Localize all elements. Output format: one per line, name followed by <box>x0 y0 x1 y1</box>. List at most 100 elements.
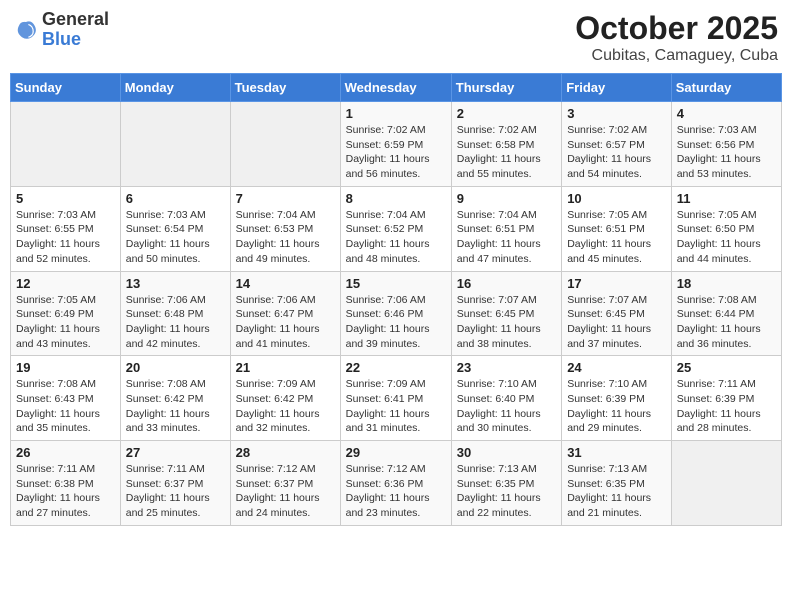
weekday-header-monday: Monday <box>120 74 230 102</box>
weekday-header-sunday: Sunday <box>11 74 121 102</box>
day-info: Sunrise: 7:05 AMSunset: 6:51 PMDaylight:… <box>567 208 666 267</box>
day-number: 24 <box>567 360 666 375</box>
day-number: 28 <box>236 445 335 460</box>
day-info: Sunrise: 7:02 AMSunset: 6:57 PMDaylight:… <box>567 123 666 182</box>
calendar-cell: 22 Sunrise: 7:09 AMSunset: 6:41 PMDayligh… <box>340 356 451 441</box>
calendar-cell: 12Sunrise: 7:05 AMSunset: 6:49 PMDayligh… <box>11 271 121 356</box>
calendar-cell: 2 Sunrise: 7:02 AMSunset: 6:58 PMDaylight… <box>451 102 561 187</box>
weekday-header-friday: Friday <box>562 74 672 102</box>
calendar-cell: 23Sunrise: 7:10 AMSunset: 6:40 PMDayligh… <box>451 356 561 441</box>
day-number: 2 <box>457 106 556 121</box>
calendar-cell: 19 Sunrise: 7:08 AMSunset: 6:43 PMDayligh… <box>11 356 121 441</box>
day-info: Sunrise: 7:04 AMSunset: 6:51 PMDaylight:… <box>457 208 556 267</box>
calendar-cell: 26 Sunrise: 7:11 AMSunset: 6:38 PMDayligh… <box>11 441 121 526</box>
calendar-week-row: 12Sunrise: 7:05 AMSunset: 6:49 PMDayligh… <box>11 271 782 356</box>
day-info: Sunrise: 7:10 AMSunset: 6:39 PMDaylight:… <box>567 377 666 436</box>
day-info: Sunrise: 7:02 AMSunset: 6:58 PMDaylight:… <box>457 123 556 182</box>
calendar-cell: 13 Sunrise: 7:06 AMSunset: 6:48 PMDayligh… <box>120 271 230 356</box>
day-info: Sunrise: 7:09 AMSunset: 6:42 PMDaylight:… <box>236 377 335 436</box>
title-block: October 2025 Cubitas, Camaguey, Cuba <box>575 10 778 65</box>
weekday-header-thursday: Thursday <box>451 74 561 102</box>
day-number: 17 <box>567 276 666 291</box>
day-info: Sunrise: 7:09 AMSunset: 6:41 PMDaylight:… <box>346 377 446 436</box>
calendar-cell: 17Sunrise: 7:07 AMSunset: 6:45 PMDayligh… <box>562 271 672 356</box>
calendar-cell <box>671 441 781 526</box>
calendar-cell: 14Sunrise: 7:06 AMSunset: 6:47 PMDayligh… <box>230 271 340 356</box>
calendar-week-row: 1 Sunrise: 7:02 AMSunset: 6:59 PMDaylight… <box>11 102 782 187</box>
calendar-title: October 2025 <box>575 10 778 47</box>
day-info: Sunrise: 7:03 AMSunset: 6:54 PMDaylight:… <box>126 208 225 267</box>
day-info: Sunrise: 7:11 AMSunset: 6:39 PMDaylight:… <box>677 377 776 436</box>
calendar-cell: 15 Sunrise: 7:06 AMSunset: 6:46 PMDayligh… <box>340 271 451 356</box>
day-info: Sunrise: 7:05 AMSunset: 6:50 PMDaylight:… <box>677 208 776 267</box>
calendar-cell: 9Sunrise: 7:04 AMSunset: 6:51 PMDaylight… <box>451 186 561 271</box>
day-info: Sunrise: 7:08 AMSunset: 6:42 PMDaylight:… <box>126 377 225 436</box>
logo: General Blue <box>14 10 109 50</box>
calendar-cell: 18Sunrise: 7:08 AMSunset: 6:44 PMDayligh… <box>671 271 781 356</box>
day-info: Sunrise: 7:06 AMSunset: 6:48 PMDaylight:… <box>126 293 225 352</box>
day-info: Sunrise: 7:03 AMSunset: 6:56 PMDaylight:… <box>677 123 776 182</box>
day-number: 27 <box>126 445 225 460</box>
calendar-cell: 21 Sunrise: 7:09 AMSunset: 6:42 PMDayligh… <box>230 356 340 441</box>
weekday-header-tuesday: Tuesday <box>230 74 340 102</box>
day-number: 31 <box>567 445 666 460</box>
logo-general-text: General <box>42 9 109 29</box>
logo-icon <box>14 18 38 42</box>
day-number: 20 <box>126 360 225 375</box>
calendar-cell: 5 Sunrise: 7:03 AMSunset: 6:55 PMDaylight… <box>11 186 121 271</box>
day-number: 13 <box>126 276 225 291</box>
day-number: 26 <box>16 445 115 460</box>
weekday-header-saturday: Saturday <box>671 74 781 102</box>
day-info: Sunrise: 7:13 AMSunset: 6:35 PMDaylight:… <box>457 462 556 521</box>
calendar-cell: 3 Sunrise: 7:02 AMSunset: 6:57 PMDaylight… <box>562 102 672 187</box>
day-info: Sunrise: 7:11 AMSunset: 6:38 PMDaylight:… <box>16 462 115 521</box>
weekday-header-wednesday: Wednesday <box>340 74 451 102</box>
day-info: Sunrise: 7:02 AMSunset: 6:59 PMDaylight:… <box>346 123 446 182</box>
calendar-cell: 25 Sunrise: 7:11 AMSunset: 6:39 PMDayligh… <box>671 356 781 441</box>
calendar-cell: 31Sunrise: 7:13 AMSunset: 6:35 PMDayligh… <box>562 441 672 526</box>
day-number: 5 <box>16 191 115 206</box>
day-info: Sunrise: 7:11 AMSunset: 6:37 PMDaylight:… <box>126 462 225 521</box>
calendar-cell: 24 Sunrise: 7:10 AMSunset: 6:39 PMDayligh… <box>562 356 672 441</box>
day-number: 6 <box>126 191 225 206</box>
calendar-cell: 7Sunrise: 7:04 AMSunset: 6:53 PMDaylight… <box>230 186 340 271</box>
calendar-cell: 20 Sunrise: 7:08 AMSunset: 6:42 PMDayligh… <box>120 356 230 441</box>
logo-blue-text: Blue <box>42 29 81 49</box>
day-info: Sunrise: 7:08 AMSunset: 6:43 PMDaylight:… <box>16 377 115 436</box>
calendar-week-row: 5 Sunrise: 7:03 AMSunset: 6:55 PMDaylight… <box>11 186 782 271</box>
day-number: 25 <box>677 360 776 375</box>
day-info: Sunrise: 7:06 AMSunset: 6:46 PMDaylight:… <box>346 293 446 352</box>
day-number: 1 <box>346 106 446 121</box>
calendar-cell: 6 Sunrise: 7:03 AMSunset: 6:54 PMDaylight… <box>120 186 230 271</box>
day-number: 30 <box>457 445 556 460</box>
weekday-header-row: SundayMondayTuesdayWednesdayThursdayFrid… <box>11 74 782 102</box>
day-number: 4 <box>677 106 776 121</box>
day-number: 19 <box>16 360 115 375</box>
calendar-cell: 29Sunrise: 7:12 AMSunset: 6:36 PMDayligh… <box>340 441 451 526</box>
day-number: 8 <box>346 191 446 206</box>
day-number: 23 <box>457 360 556 375</box>
calendar-cell: 10 Sunrise: 7:05 AMSunset: 6:51 PMDayligh… <box>562 186 672 271</box>
calendar-cell: 27 Sunrise: 7:11 AMSunset: 6:37 PMDayligh… <box>120 441 230 526</box>
day-number: 10 <box>567 191 666 206</box>
day-info: Sunrise: 7:08 AMSunset: 6:44 PMDaylight:… <box>677 293 776 352</box>
day-number: 14 <box>236 276 335 291</box>
day-number: 12 <box>16 276 115 291</box>
day-number: 21 <box>236 360 335 375</box>
day-number: 15 <box>346 276 446 291</box>
calendar-cell: 1 Sunrise: 7:02 AMSunset: 6:59 PMDaylight… <box>340 102 451 187</box>
calendar-cell <box>230 102 340 187</box>
day-number: 3 <box>567 106 666 121</box>
calendar-cell <box>120 102 230 187</box>
day-info: Sunrise: 7:07 AMSunset: 6:45 PMDaylight:… <box>457 293 556 352</box>
day-number: 29 <box>346 445 446 460</box>
page-header: General Blue October 2025 Cubitas, Camag… <box>10 10 782 65</box>
calendar-week-row: 19 Sunrise: 7:08 AMSunset: 6:43 PMDayligh… <box>11 356 782 441</box>
day-number: 16 <box>457 276 556 291</box>
day-number: 7 <box>236 191 335 206</box>
day-info: Sunrise: 7:03 AMSunset: 6:55 PMDaylight:… <box>16 208 115 267</box>
day-number: 22 <box>346 360 446 375</box>
calendar-cell: 4 Sunrise: 7:03 AMSunset: 6:56 PMDaylight… <box>671 102 781 187</box>
day-info: Sunrise: 7:12 AMSunset: 6:37 PMDaylight:… <box>236 462 335 521</box>
calendar-week-row: 26 Sunrise: 7:11 AMSunset: 6:38 PMDayligh… <box>11 441 782 526</box>
